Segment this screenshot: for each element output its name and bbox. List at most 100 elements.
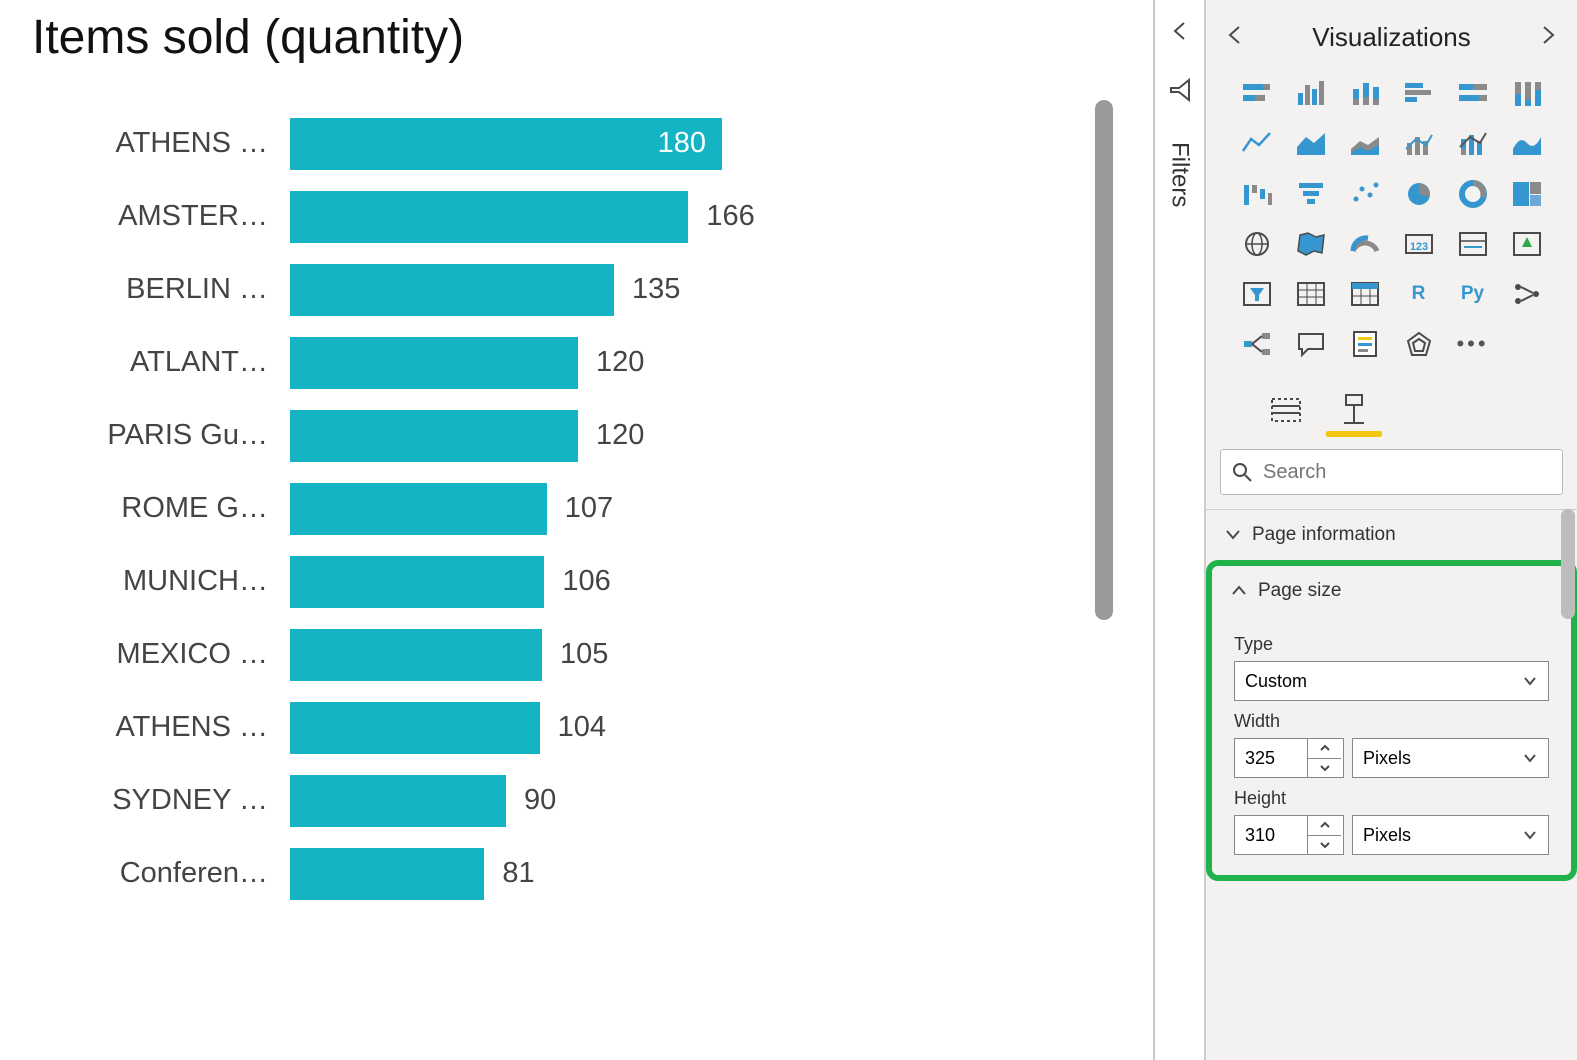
viz-qna-button[interactable] (1287, 323, 1335, 365)
page-size-height-input[interactable] (1235, 816, 1307, 854)
viz-line-clustered-column-button[interactable] (1395, 123, 1443, 165)
viz-area-button[interactable] (1287, 123, 1335, 165)
viz-stacked-column-button[interactable] (1341, 73, 1389, 115)
format-scrollbar[interactable] (1561, 509, 1575, 1029)
bar-row: 105 (290, 618, 1133, 691)
bar-row: 120 (290, 399, 1133, 472)
viz-map-button[interactable] (1233, 223, 1281, 265)
viz-funnel-button[interactable] (1287, 173, 1335, 215)
section-page-information-header[interactable]: Page information (1206, 510, 1577, 560)
bar[interactable] (290, 191, 688, 243)
y-tick: AMSTER… (30, 180, 290, 253)
bar[interactable] (290, 410, 578, 462)
viz-100-stacked-bar-button[interactable] (1449, 73, 1497, 115)
viz-kpi-button[interactable] (1503, 223, 1551, 265)
viz-stacked-bar-button[interactable] (1233, 73, 1281, 115)
bar-row: 180 (290, 107, 1133, 180)
viz-scatter-button[interactable] (1341, 173, 1389, 215)
viz-filled-map-button[interactable] (1287, 223, 1335, 265)
bar-value-label: 107 (547, 492, 613, 525)
bar-value-label: 180 (290, 127, 722, 160)
bar-value-label: 105 (542, 638, 608, 671)
fields-tab[interactable] (1262, 389, 1310, 431)
visualizations-pane: Visualizations 123RPy••• (1205, 0, 1577, 1060)
viz-multi-row-card-button[interactable] (1449, 223, 1497, 265)
page-size-width-unit[interactable]: Pixels (1352, 738, 1549, 778)
bar-value-label: 120 (578, 419, 644, 452)
format-scrollbar-thumb[interactable] (1561, 509, 1575, 619)
height-step-down[interactable] (1308, 836, 1341, 855)
viz-pie-button[interactable] (1395, 173, 1443, 215)
viz-line-stacked-column-button[interactable] (1449, 123, 1497, 165)
bar[interactable] (290, 702, 540, 754)
y-tick: SYDNEY … (30, 764, 290, 837)
viz-python-visual-button[interactable]: Py (1449, 273, 1497, 315)
viz-matrix-button[interactable] (1341, 273, 1389, 315)
viz-table-button[interactable] (1287, 273, 1335, 315)
viz-key-influencers-button[interactable] (1503, 273, 1551, 315)
format-search[interactable] (1220, 449, 1563, 495)
page-size-width-input[interactable] (1235, 739, 1307, 777)
chart-y-axis: ATHENS …AMSTER…BERLIN …ATLANT…PARIS Gu…R… (30, 107, 290, 910)
viz-gallery: 123 RPy ••• (1206, 73, 1577, 383)
viz-line-button[interactable] (1233, 123, 1281, 165)
viz-clustered-bar-button[interactable] (1395, 73, 1443, 115)
bar[interactable]: 180 (290, 118, 722, 170)
viz-slicer-button[interactable] (1233, 273, 1281, 315)
report-canvas[interactable]: Items sold (quantity) ATHENS …AMSTER…BER… (0, 0, 1153, 1060)
chevron-down-icon (1522, 673, 1538, 689)
chart-bars: 1801661351201201071061051049081 (290, 107, 1133, 910)
bar-value-label: 135 (614, 273, 680, 306)
page-size-height-unit-value: Pixels (1363, 825, 1411, 846)
viz-r-visual-button[interactable]: R (1395, 273, 1443, 315)
page-size-width-input-wrap (1234, 738, 1344, 778)
viz-decomposition-tree-button[interactable] (1233, 323, 1281, 365)
viz-ribbon-button[interactable] (1503, 123, 1551, 165)
filters-pane-collapsed[interactable]: Filters (1155, 0, 1205, 1060)
viz-shape-map-button[interactable] (1395, 323, 1443, 365)
section-page-size-header[interactable]: Page size (1212, 566, 1571, 616)
chevron-down-icon (1522, 827, 1538, 843)
page-size-height-unit[interactable]: Pixels (1352, 815, 1549, 855)
width-step-up[interactable] (1308, 739, 1341, 759)
width-step-down[interactable] (1308, 759, 1341, 778)
viz-expand-button[interactable] (1537, 24, 1559, 51)
bar-row: 120 (290, 326, 1133, 399)
viz-more-button[interactable]: ••• (1449, 323, 1497, 365)
chart-scrollbar[interactable] (1095, 100, 1113, 920)
section-page-information-title: Page information (1252, 524, 1396, 546)
bar[interactable] (290, 848, 484, 900)
viz-clustered-column-button[interactable] (1287, 73, 1335, 115)
page-size-width-label: Width (1234, 711, 1549, 732)
y-tick: ROME G… (30, 472, 290, 545)
filters-expand-button[interactable] (1169, 20, 1191, 47)
viz-card-button[interactable]: 123 (1395, 223, 1443, 265)
viz-donut-button[interactable] (1449, 173, 1497, 215)
viz-stacked-area-button[interactable] (1341, 123, 1389, 165)
bar[interactable] (290, 483, 547, 535)
bar-row: 135 (290, 253, 1133, 326)
chevron-down-icon (1522, 750, 1538, 766)
bar-row: 81 (290, 837, 1133, 910)
bar-row: 104 (290, 691, 1133, 764)
viz-collapse-button[interactable] (1224, 24, 1246, 51)
bar-row: 106 (290, 545, 1133, 618)
format-search-input[interactable] (1263, 461, 1552, 484)
viz-waterfall-button[interactable] (1233, 173, 1281, 215)
bar-row: 107 (290, 472, 1133, 545)
height-step-up[interactable] (1308, 816, 1341, 836)
viz-gauge-button[interactable] (1341, 223, 1389, 265)
bar[interactable] (290, 775, 506, 827)
viz-treemap-button[interactable] (1503, 173, 1551, 215)
chart-scrollbar-thumb[interactable] (1095, 100, 1113, 620)
bar-row: 90 (290, 764, 1133, 837)
bar[interactable] (290, 629, 542, 681)
format-tab[interactable] (1330, 389, 1378, 431)
bar[interactable] (290, 337, 578, 389)
page-size-type-select[interactable]: Custom (1234, 661, 1549, 701)
viz-100-stacked-column-button[interactable] (1503, 73, 1551, 115)
bar[interactable] (290, 264, 614, 316)
viz-paginated-button[interactable] (1341, 323, 1389, 365)
section-page-size: Page size Type Custom Width (1206, 560, 1577, 881)
bar[interactable] (290, 556, 544, 608)
